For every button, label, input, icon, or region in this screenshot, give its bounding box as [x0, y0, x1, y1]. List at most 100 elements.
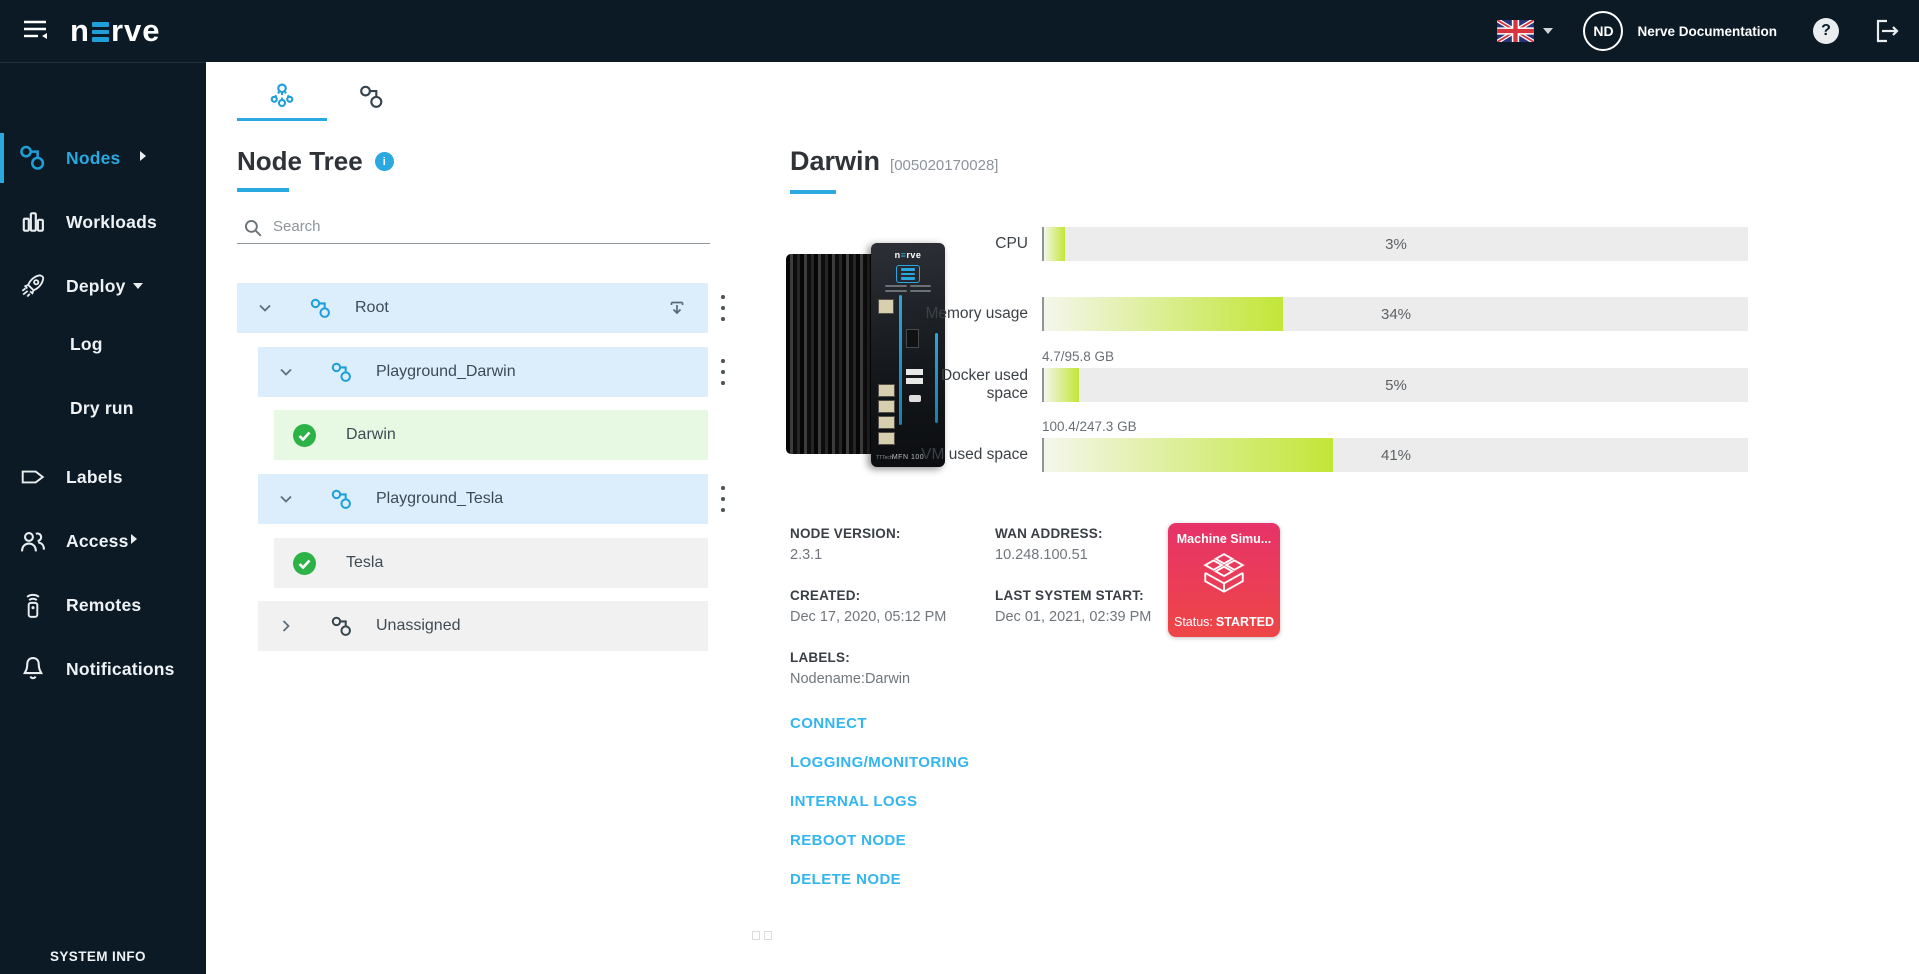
- unpin-icon[interactable]: [668, 299, 686, 322]
- gauge-label: Memory usage: [908, 305, 1028, 323]
- system-info-button[interactable]: SYSTEM INFO: [50, 949, 146, 964]
- title-underline: [790, 190, 836, 194]
- nodes-icon: [17, 144, 49, 172]
- gauge-percent: 5%: [1044, 368, 1748, 402]
- field-node-version: NODE VERSION: 2.3.1: [790, 526, 990, 563]
- tree-row-label: Tesla: [346, 554, 383, 572]
- delete-node-link[interactable]: DELETE NODE: [790, 871, 969, 888]
- sidebar-item-label: Nodes: [66, 148, 120, 169]
- tree-row-playground-tesla[interactable]: Playground_Tesla: [258, 474, 708, 524]
- panel-resize-handle[interactable]: [752, 931, 772, 940]
- tree-row-tesla[interactable]: Tesla: [274, 538, 708, 588]
- row-menu-kebab-icon[interactable]: [716, 359, 730, 385]
- status-label: Status:: [1174, 615, 1213, 629]
- labels-tag-icon: [17, 464, 49, 490]
- chevron-down-icon[interactable]: [278, 364, 296, 380]
- field-last-system-start: LAST SYSTEM START: Dec 01, 2021, 02:39 P…: [995, 588, 1195, 625]
- node-title: Darwin: [790, 146, 880, 177]
- menu-collapse-icon[interactable]: [20, 15, 50, 48]
- device-front-panel: n≡rve TTTech MFN 100: [871, 243, 945, 467]
- user-avatar[interactable]: ND: [1583, 11, 1623, 51]
- chevron-down-icon[interactable]: [257, 300, 275, 316]
- row-menu-kebab-icon[interactable]: [716, 295, 730, 321]
- chevron-down-icon: [1543, 28, 1553, 34]
- sidebar-item-label: Labels: [66, 467, 123, 488]
- logout-button[interactable]: [1871, 16, 1901, 46]
- node-group-icon: [330, 361, 354, 384]
- tab-node-list[interactable]: [327, 73, 417, 121]
- tree-row-label: Darwin: [346, 426, 396, 444]
- nerve-logo: n rve: [70, 13, 160, 49]
- help-icon[interactable]: ?: [1813, 18, 1839, 44]
- tree-row-label: Unassigned: [376, 617, 461, 635]
- node-serial: [005020170028]: [890, 157, 998, 174]
- gauge-value: 100.4/247.3 GB: [1042, 419, 1137, 434]
- gauge-track: 41%: [1042, 438, 1748, 472]
- chevron-right-icon: [139, 149, 147, 167]
- tree-row-label: Playground_Darwin: [376, 363, 516, 381]
- sidebar-item-label: Log: [70, 334, 103, 355]
- gauge-track: 34%: [1042, 297, 1748, 331]
- gauge-percent: 41%: [1044, 438, 1748, 472]
- page-title: Node Tree: [237, 146, 363, 177]
- sidebar-item-access[interactable]: Access: [0, 516, 206, 566]
- sidebar-item-nodes[interactable]: Nodes: [0, 133, 206, 183]
- sidebar-item-log[interactable]: Log: [0, 319, 206, 369]
- sidebar-item-notifications[interactable]: Notifications: [0, 644, 206, 694]
- language-selector[interactable]: [1497, 20, 1553, 42]
- sidebar-item-label: Remotes: [66, 595, 141, 616]
- sidebar-item-workloads[interactable]: Workloads: [0, 197, 206, 247]
- view-tabs: [237, 73, 417, 121]
- device-power-connector: [906, 329, 919, 348]
- tree-row-unassigned[interactable]: Unassigned: [258, 601, 708, 651]
- access-users-icon: [17, 527, 49, 555]
- reboot-node-link[interactable]: REBOOT NODE: [790, 832, 969, 849]
- field-label: LABELS:: [790, 650, 990, 665]
- internal-logs-link[interactable]: INTERNAL LOGS: [790, 793, 969, 810]
- sidebar-item-deploy[interactable]: Deploy: [0, 261, 206, 311]
- gauge-vm: VM used space 41% 100.4/247.3 GB: [908, 438, 1748, 472]
- status-online-icon: [292, 551, 317, 576]
- tree-row-root[interactable]: Root: [237, 283, 708, 333]
- status-online-icon: [292, 423, 317, 448]
- field-label: CREATED:: [790, 588, 990, 603]
- field-wan-address: WAN ADDRESS: 10.248.100.51: [995, 526, 1195, 563]
- chevron-right-icon: [130, 532, 138, 550]
- active-indicator: [0, 133, 4, 183]
- field-value: Dec 17, 2020, 05:12 PM: [790, 609, 990, 625]
- sidebar-item-dry-run[interactable]: Dry run: [0, 383, 206, 433]
- info-icon[interactable]: i: [375, 152, 394, 171]
- bell-icon: [17, 654, 49, 684]
- sidebar-item-labels[interactable]: Labels: [0, 452, 206, 502]
- sidebar-item-label: Dry run: [70, 398, 134, 419]
- field-value: Nodename:Darwin: [790, 671, 990, 687]
- caret-down-icon: [132, 277, 144, 295]
- workload-card[interactable]: Machine Simu... Status:STARTED: [1168, 523, 1280, 637]
- logo-text-suffix: rve: [111, 13, 161, 49]
- field-label: WAN ADDRESS:: [995, 526, 1195, 541]
- field-value: Dec 01, 2021, 02:39 PM: [995, 609, 1195, 625]
- workload-card-title: Machine Simu...: [1168, 523, 1280, 546]
- workloads-icon: [17, 209, 49, 235]
- tab-node-tree[interactable]: [237, 73, 327, 121]
- chevron-down-icon[interactable]: [278, 491, 296, 507]
- search-input[interactable]: [237, 210, 710, 244]
- tree-row-darwin[interactable]: Darwin: [274, 410, 708, 460]
- logging-monitoring-link[interactable]: LOGGING/MONITORING: [790, 754, 969, 771]
- gauge-track: 3%: [1042, 227, 1748, 261]
- chevron-right-icon[interactable]: [278, 618, 296, 634]
- sidebar-item-remotes[interactable]: Remotes: [0, 580, 206, 630]
- detail-fields-column-2: WAN ADDRESS: 10.248.100.51 LAST SYSTEM S…: [995, 526, 1195, 650]
- field-label: NODE VERSION:: [790, 526, 990, 541]
- tree-row-label: Playground_Tesla: [376, 490, 503, 508]
- uk-flag-icon: [1497, 20, 1534, 42]
- row-menu-kebab-icon[interactable]: [716, 486, 730, 512]
- device-logo-badge: [896, 265, 920, 283]
- device-ethernet-ports: [878, 384, 895, 445]
- remote-control-icon: [17, 590, 49, 620]
- workload-cube-icon: [1168, 553, 1280, 597]
- connect-link[interactable]: CONNECT: [790, 715, 969, 732]
- tree-row-playground-darwin[interactable]: Playground_Darwin: [258, 347, 708, 397]
- field-value: 2.3.1: [790, 547, 990, 563]
- deploy-rocket-icon: [17, 271, 49, 301]
